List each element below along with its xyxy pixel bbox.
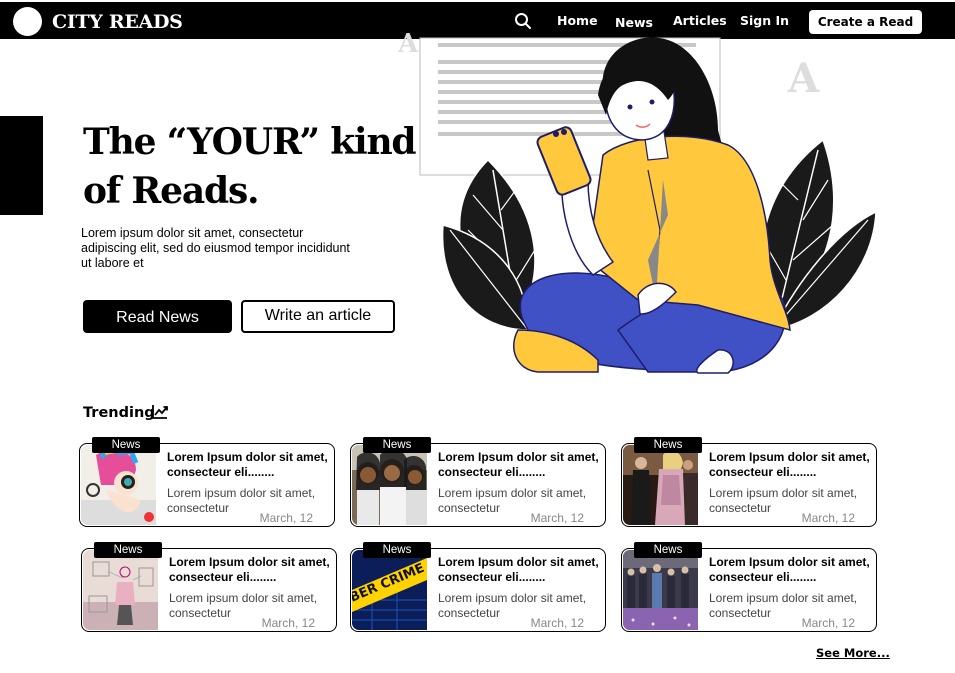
card-title[interactable]: Lorem Ipsum dolor sit amet, consecteur e… — [709, 555, 871, 584]
news-card[interactable]: News Lorem Ipsum dolor sit amet, consect… — [621, 437, 877, 527]
newspaper-letter-a-right: A — [787, 55, 820, 102]
news-card[interactable]: News Lorem Ipsum dolor sit amet, consect… — [621, 542, 877, 632]
nav-link-home[interactable]: Home — [557, 13, 598, 29]
side-decor-block — [0, 116, 43, 215]
trending-chart-icon — [152, 405, 168, 419]
card-category-badge: News — [363, 542, 431, 558]
page: CITY READS Home News Articles Sign In Cr… — [0, 0, 955, 673]
nav-link-sign-in[interactable]: Sign In — [740, 13, 789, 29]
nav-link-news[interactable]: News — [615, 15, 653, 31]
hero-title-line-2: of Reads. — [83, 170, 260, 212]
card-date: March, 12 — [261, 616, 315, 630]
card-category-badge: News — [363, 437, 431, 453]
card-date: March, 12 — [530, 511, 584, 525]
card-date: March, 12 — [801, 616, 855, 630]
card-thumbnail-image — [623, 550, 698, 630]
trending-heading: Trending — [83, 405, 155, 421]
nav-link-articles[interactable]: Articles — [673, 13, 727, 29]
card-title[interactable]: Lorem Ipsum dolor sit amet, consecteur e… — [169, 555, 331, 584]
hero-title-line-1: The “YOUR” kind — [83, 121, 417, 163]
see-more-link[interactable]: See More... — [816, 646, 890, 660]
search-icon[interactable] — [514, 12, 532, 30]
hero-description: Lorem ipsum dolor sit amet, consectetur … — [81, 226, 350, 270]
card-thumbnail-image — [352, 445, 427, 525]
logo-icon[interactable] — [13, 7, 42, 36]
card-thumbnail-image — [623, 445, 698, 525]
card-title[interactable]: Lorem Ipsum dolor sit amet, consecteur e… — [438, 555, 600, 584]
card-thumbnail-image — [83, 550, 158, 630]
news-card[interactable]: News Lorem Ipsum dolor sit amet, consect… — [81, 542, 337, 632]
card-thumbnail-image: BER CRIME CY — [352, 550, 427, 630]
news-card[interactable]: News Lorem Ipsum dolor sit amet, consect… — [350, 437, 606, 527]
hero-illustration: A A — [398, 30, 877, 374]
card-category-badge: News — [92, 437, 160, 453]
card-date: March, 12 — [259, 511, 313, 525]
card-title[interactable]: Lorem Ipsum dolor sit amet, consecteur e… — [709, 450, 871, 479]
card-category-badge: News — [634, 437, 702, 453]
card-thumbnail-image — [81, 445, 156, 525]
hero-title: The “YOUR” kind of Reads. — [83, 118, 423, 216]
brand-name[interactable]: CITY READS — [52, 11, 183, 33]
card-category-badge: News — [94, 542, 162, 558]
card-category-badge: News — [634, 542, 702, 558]
newspaper-letter-a-left: A — [398, 30, 419, 59]
card-date: March, 12 — [530, 616, 584, 630]
card-date: March, 12 — [801, 511, 855, 525]
read-news-button[interactable]: Read News — [83, 300, 232, 333]
news-card[interactable]: BER CRIME CY News Lorem Ipsum dolor sit … — [350, 542, 606, 632]
write-article-button[interactable]: Write an article — [241, 300, 395, 333]
card-title[interactable]: Lorem Ipsum dolor sit amet, consecteur e… — [438, 450, 600, 479]
card-title[interactable]: Lorem Ipsum dolor sit amet, consecteur e… — [167, 450, 329, 479]
news-card[interactable]: News Lorem Ipsum dolor sit amet, consect… — [79, 437, 335, 527]
